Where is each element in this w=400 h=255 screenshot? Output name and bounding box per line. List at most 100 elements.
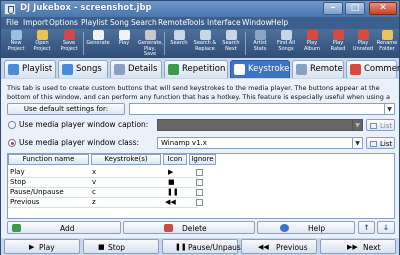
search-icon [173, 30, 185, 40]
help-button[interactable]: Help [257, 221, 355, 234]
repetition-tab-icon [168, 64, 179, 75]
play-icon [118, 30, 130, 40]
toolbar: New Project Open Project Save Project Ge… [1, 29, 399, 58]
generate-button[interactable]: Generate [86, 30, 110, 58]
window-class-dropdown[interactable]: Winamp v1.x ▼ [157, 137, 363, 149]
default-settings-dropdown[interactable]: ▼ [129, 103, 395, 115]
tab-keystroke[interactable]: Keystroke [230, 60, 290, 78]
move-up-button[interactable]: ↑ [358, 221, 375, 234]
menu-search[interactable]: Search [131, 18, 157, 27]
details-tab-icon [114, 64, 125, 75]
move-down-button[interactable]: ↓ [377, 221, 395, 234]
close-button[interactable]: ✕ [369, 2, 397, 15]
search-replace-icon [199, 30, 211, 40]
play-rated-button[interactable]: Play Rated [326, 30, 350, 58]
title-bar: DJ Jukebox - screenshot.jbp – □ ✕ [1, 1, 399, 17]
maximize-button[interactable]: □ [345, 2, 365, 15]
tab-commercials[interactable]: Commercials [346, 60, 400, 78]
menu-import[interactable]: Import [23, 18, 48, 27]
table-row[interactable]: Play x ▶ [8, 168, 394, 177]
ignore-checkbox[interactable] [196, 189, 203, 196]
keystroke-value: c [92, 188, 96, 196]
column-header-ignore[interactable]: Ignore [189, 154, 216, 165]
search-next-icon [225, 30, 237, 40]
new-project-icon [10, 30, 22, 40]
find-all-songs-icon [280, 30, 292, 40]
search-replace-button[interactable]: Search & Replace [193, 30, 217, 58]
save-project-button[interactable]: Save Project [57, 30, 81, 58]
class-option-radio[interactable] [8, 139, 16, 147]
tab-playlist[interactable]: Playlist [4, 60, 56, 78]
caption-option-label: Use media player window caption: [19, 120, 149, 129]
default-settings-button[interactable]: Use default settings for: [7, 103, 125, 115]
class-list-button[interactable]: List [366, 137, 395, 149]
menu-help[interactable]: Help [271, 18, 288, 27]
play-button[interactable]: Play [112, 30, 136, 58]
class-option-label: Use media player window class: [19, 138, 140, 147]
menu-interface[interactable]: Interface [207, 18, 241, 27]
add-icon [12, 224, 21, 232]
search-button[interactable]: Search [167, 30, 191, 58]
function-name: Stop [10, 178, 26, 186]
ignore-checkbox[interactable] [196, 199, 203, 206]
menu-window[interactable]: Window [242, 18, 272, 27]
menu-file[interactable]: File [6, 18, 19, 27]
window-caption-dropdown: ▼ [157, 119, 363, 131]
app-window: DJ Jukebox - screenshot.jbp – □ ✕ File I… [0, 0, 400, 255]
delete-button[interactable]: Delete [123, 221, 255, 234]
tab-bar: Playlist Songs Details Repetition Keystr… [1, 58, 400, 79]
column-header-function[interactable]: Function name [8, 154, 89, 165]
ignore-checkbox[interactable] [196, 179, 203, 186]
tab-details[interactable]: Details [110, 60, 162, 78]
playlist-tab-icon [8, 64, 19, 75]
minimize-button[interactable]: – [323, 2, 343, 15]
window-class-value: Winamp v1.x [161, 139, 207, 147]
delete-icon [164, 224, 173, 232]
play-album-button[interactable]: Play Album [300, 30, 324, 58]
ignore-checkbox[interactable] [196, 169, 203, 176]
search-next-button[interactable]: Search Next [219, 30, 243, 58]
column-header-keystrokes[interactable]: Keystroke(s) [91, 154, 161, 165]
rename-folder-button[interactable]: Rename Folder [375, 30, 399, 58]
player-stop-button[interactable]: ■ Stop [83, 239, 159, 254]
add-button[interactable]: Add [7, 221, 121, 234]
menu-remote[interactable]: Remote [158, 18, 187, 27]
toolbar-separator [164, 32, 165, 55]
play-rated-icon [332, 30, 344, 40]
table-row[interactable]: Pause/Unpause c ❚❚ [8, 188, 394, 197]
player-previous-button[interactable]: ◀◀ Previous [241, 239, 317, 254]
commercials-tab-icon [350, 64, 361, 75]
player-next-button[interactable]: ▶▶ Next [320, 239, 396, 254]
menu-options[interactable]: Options [49, 18, 78, 27]
generate-play-save-button[interactable]: Generate, Play, Save [138, 30, 163, 58]
open-project-button[interactable]: Open Project [30, 30, 54, 58]
play-unrated-button[interactable]: Play Unrated [351, 30, 375, 58]
menu-tools[interactable]: Tools [186, 18, 204, 27]
tab-repetition[interactable]: Repetition [164, 60, 228, 78]
menu-song[interactable]: Song [110, 18, 129, 27]
tab-remote[interactable]: Remote [292, 60, 344, 78]
player-pause-button[interactable]: ❚❚ Pause/Unpause [162, 239, 245, 254]
stop-icon: ■ [168, 178, 175, 186]
remote-tab-icon [296, 64, 307, 75]
open-project-icon [36, 30, 48, 40]
find-all-songs-button[interactable]: Find All Songs [274, 30, 298, 58]
new-project-button[interactable]: New Project [4, 30, 28, 58]
keystroke-value: x [92, 168, 97, 176]
row-divider [8, 207, 198, 208]
keystroke-grid: Function name Keystroke(s) Icon Ignore P… [7, 153, 395, 219]
menu-playlist[interactable]: Playlist [81, 18, 108, 27]
chevron-down-icon: ▼ [384, 104, 394, 114]
table-row[interactable]: Stop v ■ [8, 178, 394, 187]
caption-option-radio[interactable] [8, 121, 16, 129]
player-play-button[interactable]: ▶ Play [4, 239, 80, 254]
column-header-icon[interactable]: Icon [163, 154, 187, 165]
tab-songs[interactable]: Songs [58, 60, 108, 78]
songs-tab-icon [62, 64, 73, 75]
table-row[interactable]: Previous z ◀◀ [8, 198, 394, 207]
player-button-bar: ▶ Play ■ Stop ❚❚ Pause/Unpause ◀◀ Previo… [1, 238, 399, 255]
artist-stats-button[interactable]: Artist Stats [248, 30, 272, 58]
previous-icon: ◀◀ [165, 198, 176, 206]
play-unrated-icon [357, 30, 369, 40]
keystroke-tab-icon [234, 64, 245, 75]
